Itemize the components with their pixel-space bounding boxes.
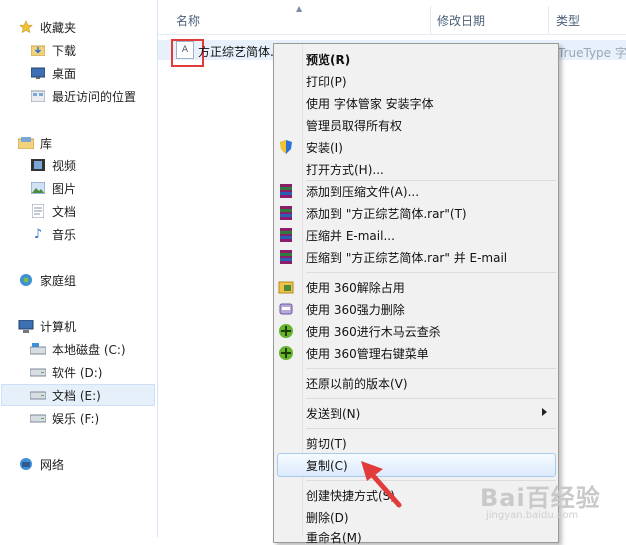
column-divider[interactable] (548, 6, 549, 34)
sidebar-item-label: 软件 (D:) (52, 365, 103, 380)
sidebar-item-videos[interactable]: 视频 (30, 155, 76, 175)
menu-separator (306, 368, 556, 369)
column-divider[interactable] (430, 6, 431, 34)
sidebar-item-drive-e[interactable]: 文档 (E:) (30, 385, 101, 405)
menu-separator (306, 272, 556, 273)
sidebar-item-label: 视频 (52, 158, 77, 173)
sidebar-item-label: 音乐 (52, 227, 77, 242)
star-icon (18, 20, 34, 34)
sidebar-item-documents[interactable]: 文档 (30, 201, 76, 221)
sidebar-library[interactable]: 库 (18, 133, 52, 153)
menu-item-send-to[interactable]: 发送到(N) (306, 407, 360, 421)
sidebar-item-label: 桌面 (52, 66, 77, 81)
sidebar-item-drive-f[interactable]: 娱乐 (F:) (30, 408, 99, 428)
sidebar-item-drive-c[interactable]: 本地磁盘 (C:) (30, 339, 126, 359)
menu-item-open-with[interactable]: 打开方式(H)... (306, 163, 384, 177)
menu-item-360-force-delete[interactable]: 使用 360强力删除 (306, 303, 405, 317)
homegroup-icon (18, 273, 34, 287)
shield-icon (278, 139, 294, 155)
unlock-icon (278, 279, 294, 295)
video-icon (30, 158, 46, 172)
menu-item-rename[interactable]: 重命名(M) (306, 531, 362, 545)
drive-icon (30, 411, 46, 425)
menu-item-cut[interactable]: 剪切(T) (306, 437, 347, 451)
menu-item-copy[interactable]: 复制(C) (306, 459, 348, 473)
sidebar-network-label: 网络 (40, 457, 65, 472)
360-menu-icon (278, 345, 294, 361)
sidebar-item-label: 本地磁盘 (C:) (52, 342, 126, 357)
library-icon (18, 136, 34, 150)
menu-item-compress-rar-email[interactable]: 压缩到 "方正综艺简体.rar" 并 E-mail (306, 251, 507, 265)
column-name[interactable]: 名称 (176, 12, 200, 29)
sidebar-item-label: 娱乐 (F:) (52, 411, 100, 426)
menu-item-take-ownership[interactable]: 管理员取得所有权 (306, 119, 402, 133)
360-scan-icon (278, 323, 294, 339)
sidebar-item-label: 文档 (52, 204, 77, 219)
sidebar-item-label: 文档 (E:) (52, 388, 101, 403)
menu-item-compress-email[interactable]: 压缩并 E-mail... (306, 229, 395, 243)
menu-item-print[interactable]: 打印(P) (306, 75, 347, 89)
menu-separator (306, 398, 556, 399)
sidebar-item-desktop[interactable]: 桌面 (30, 63, 76, 83)
menu-item-360-manage-menu[interactable]: 使用 360管理右键菜单 (306, 347, 429, 361)
sidebar-network[interactable]: 网络 (18, 454, 64, 474)
winrar-icon (278, 205, 294, 221)
annotation-arrow-icon (361, 461, 402, 508)
submenu-arrow-icon (542, 408, 547, 416)
sidebar-homegroup-label: 家庭组 (40, 273, 77, 288)
drive-icon (30, 365, 46, 379)
sidebar-library-label: 库 (40, 136, 53, 151)
menu-item-360-unlock[interactable]: 使用 360解除占用 (306, 281, 405, 295)
sidebar-item-pictures[interactable]: 图片 (30, 178, 76, 198)
sidebar-computer[interactable]: 计算机 (18, 316, 76, 336)
music-icon: ♪ (33, 226, 43, 242)
recent-places-icon (30, 89, 46, 103)
network-icon (18, 457, 34, 471)
menu-item-add-to-archive[interactable]: 添加到压缩文件(A)... (306, 185, 419, 199)
menu-item-add-to-rar[interactable]: 添加到 "方正综艺简体.rar"(T) (306, 207, 467, 221)
computer-icon (18, 319, 34, 333)
winrar-icon (278, 227, 294, 243)
sidebar-item-music[interactable]: ♪ 音乐 (30, 224, 76, 244)
menu-item-360-cloud-scan[interactable]: 使用 360进行木马云查杀 (306, 325, 441, 339)
pictures-icon (30, 181, 46, 195)
baidu-watermark: Bai百经验 (480, 484, 601, 512)
downloads-folder-icon (30, 43, 46, 57)
menu-item-preview[interactable]: 预览(R) (306, 53, 350, 67)
menu-separator (306, 180, 556, 181)
file-name[interactable]: 方正综艺简体. (198, 43, 274, 60)
menu-item-install-font-manager[interactable]: 使用 字体管家 安装字体 (306, 97, 434, 111)
sidebar-item-downloads[interactable]: 下载 (30, 40, 76, 60)
sidebar-favorites[interactable]: 收藏夹 (18, 17, 76, 37)
menu-separator (306, 428, 556, 429)
sort-up-icon: ▲ (296, 4, 303, 13)
sidebar-homegroup[interactable]: 家庭组 (18, 270, 76, 290)
documents-icon (30, 204, 46, 218)
winrar-icon (278, 183, 294, 199)
column-modified-date[interactable]: 修改日期 (437, 12, 485, 29)
file-type: TrueType 字 (558, 46, 626, 60)
menu-item-restore-previous[interactable]: 还原以前的版本(V) (306, 377, 408, 391)
baidu-watermark-url: jingyan.baidu.com (486, 510, 579, 521)
system-drive-icon (30, 342, 46, 356)
sidebar-computer-label: 计算机 (40, 319, 77, 334)
winrar-icon (278, 249, 294, 265)
column-header: 名称 ▲ 修改日期 类型 (158, 0, 626, 35)
desktop-icon (30, 66, 46, 80)
sidebar-item-label: 下载 (52, 43, 77, 58)
sidebar-favorites-label: 收藏夹 (40, 20, 77, 35)
menu-item-install[interactable]: 安装(I) (306, 141, 343, 155)
column-type[interactable]: 类型 (556, 12, 580, 29)
sidebar-item-label: 最近访问的位置 (52, 89, 137, 104)
sidebar-item-drive-d[interactable]: 软件 (D:) (30, 362, 102, 382)
shredder-icon (278, 301, 294, 317)
drive-icon (30, 388, 46, 402)
sidebar-item-label: 图片 (52, 181, 77, 196)
sidebar-item-recent[interactable]: 最近访问的位置 (30, 86, 136, 106)
menu-item-delete[interactable]: 删除(D) (306, 511, 349, 525)
